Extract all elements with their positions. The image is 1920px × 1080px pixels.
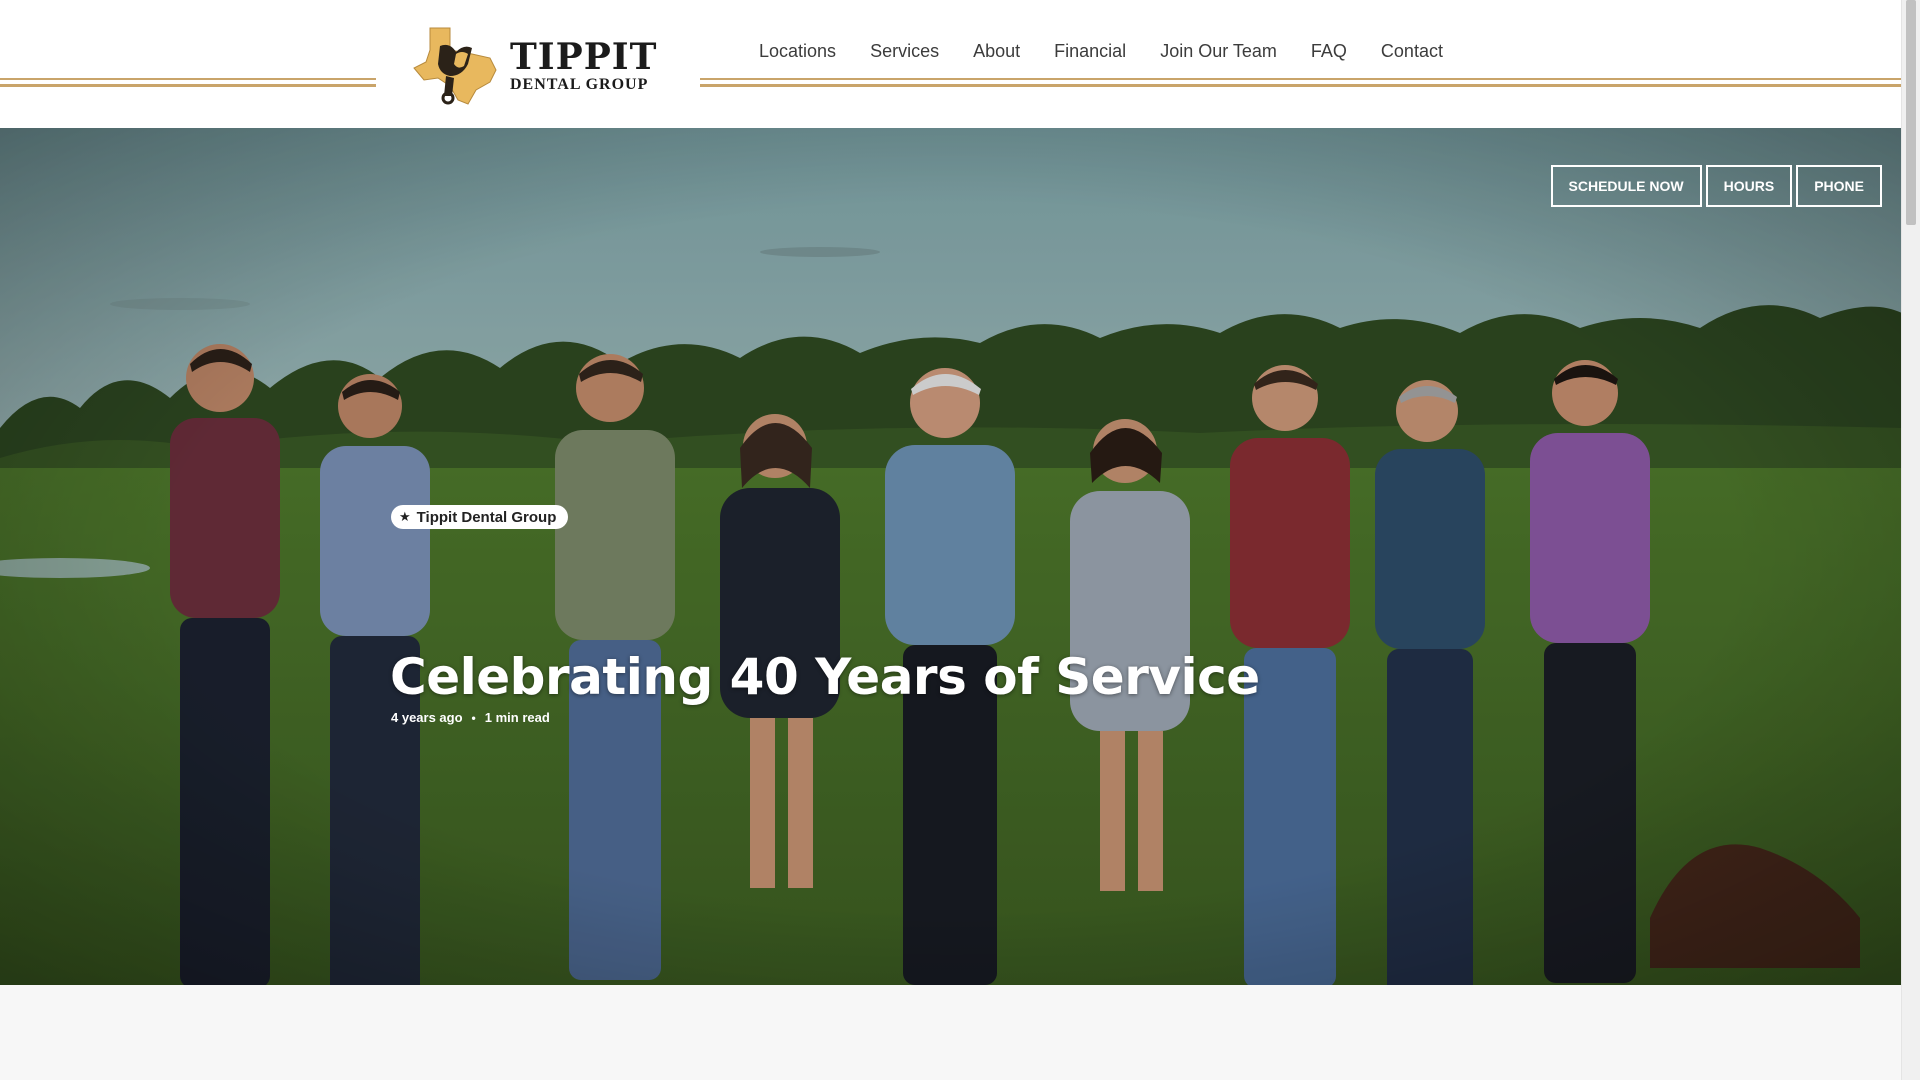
logo-subtitle: DENTAL GROUP xyxy=(510,76,649,93)
site-header: TIPPIT DENTAL GROUP Locations Services A… xyxy=(0,0,1902,128)
schedule-now-button[interactable]: SCHEDULE NOW xyxy=(1550,165,1702,207)
nav-about[interactable]: About xyxy=(956,36,1037,66)
post-age: 4 years ago xyxy=(391,710,463,725)
logo-title: TIPPIT xyxy=(510,36,658,78)
post-meta: 4 years ago • 1 min read xyxy=(391,710,550,725)
nav-contact[interactable]: Contact xyxy=(1364,36,1460,66)
nav-faq[interactable]: FAQ xyxy=(1294,36,1364,66)
cta-group: SCHEDULE NOW HOURS PHONE xyxy=(1550,165,1882,207)
category-label: Tippit Dental Group xyxy=(416,508,557,526)
nav-locations[interactable]: Locations xyxy=(742,36,853,66)
main-nav: Locations Services About Financial Join … xyxy=(742,36,1460,66)
meta-separator: • xyxy=(471,710,476,725)
hours-button[interactable]: HOURS xyxy=(1705,165,1793,207)
team-photo xyxy=(0,128,1902,985)
nav-services[interactable]: Services xyxy=(853,36,956,66)
content-area xyxy=(0,985,1902,1080)
header-rule-right xyxy=(700,78,1902,87)
header-rule-left xyxy=(0,78,376,87)
hero-section: SCHEDULE NOW HOURS PHONE ★ Tippit Dental… xyxy=(0,128,1902,985)
read-time: 1 min read xyxy=(484,710,550,725)
nav-financial[interactable]: Financial xyxy=(1037,36,1143,66)
scrollbar-thumb[interactable] xyxy=(1906,0,1916,225)
star-icon: ★ xyxy=(399,509,411,524)
site-logo[interactable]: TIPPIT DENTAL GROUP xyxy=(410,22,660,110)
phone-button[interactable]: PHONE xyxy=(1796,165,1882,207)
saddle-texas-logo-icon xyxy=(413,27,497,105)
category-badge[interactable]: ★ Tippit Dental Group xyxy=(391,505,569,529)
page-scrollbar[interactable] xyxy=(1901,0,1920,1080)
post-title: Celebrating 40 Years of Service xyxy=(390,648,1260,706)
nav-join-our-team[interactable]: Join Our Team xyxy=(1143,36,1294,66)
